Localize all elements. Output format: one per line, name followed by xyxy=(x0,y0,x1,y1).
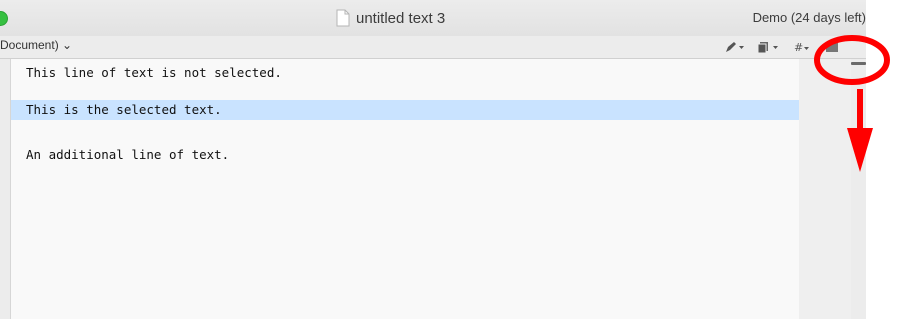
split-view-handle[interactable] xyxy=(851,59,866,319)
document-icon[interactable] xyxy=(757,41,781,53)
title-bar[interactable]: untitled text 3 Demo (24 days left) xyxy=(0,0,866,36)
pen-icon[interactable] xyxy=(725,41,745,53)
window-title-text: untitled text 3 xyxy=(356,9,446,27)
editor-window: untitled text 3 Demo (24 days left) Docu… xyxy=(0,0,866,319)
hash-icon[interactable]: # xyxy=(793,41,813,53)
text-line[interactable]: An additional line of text. xyxy=(11,145,851,165)
zoom-window-button[interactable] xyxy=(0,11,8,26)
editor-toolbar: Document) ⌄ # xyxy=(0,36,866,59)
text-line[interactable]: This line of text is not selected. xyxy=(11,63,851,83)
text-editor[interactable]: This line of text is not selected. This … xyxy=(10,59,851,319)
selected-text-line[interactable]: This is the selected text. xyxy=(11,100,851,120)
popup-icon[interactable] xyxy=(824,41,842,53)
svg-text:#: # xyxy=(794,41,803,53)
document-icon xyxy=(336,9,350,27)
window-title: untitled text 3 xyxy=(336,8,445,28)
document-popup-menu[interactable]: Document) ⌄ xyxy=(0,38,72,52)
overview-gutter xyxy=(799,59,851,319)
demo-status: Demo (24 days left) xyxy=(752,10,866,25)
split-handle-bar-icon[interactable] xyxy=(851,62,866,65)
